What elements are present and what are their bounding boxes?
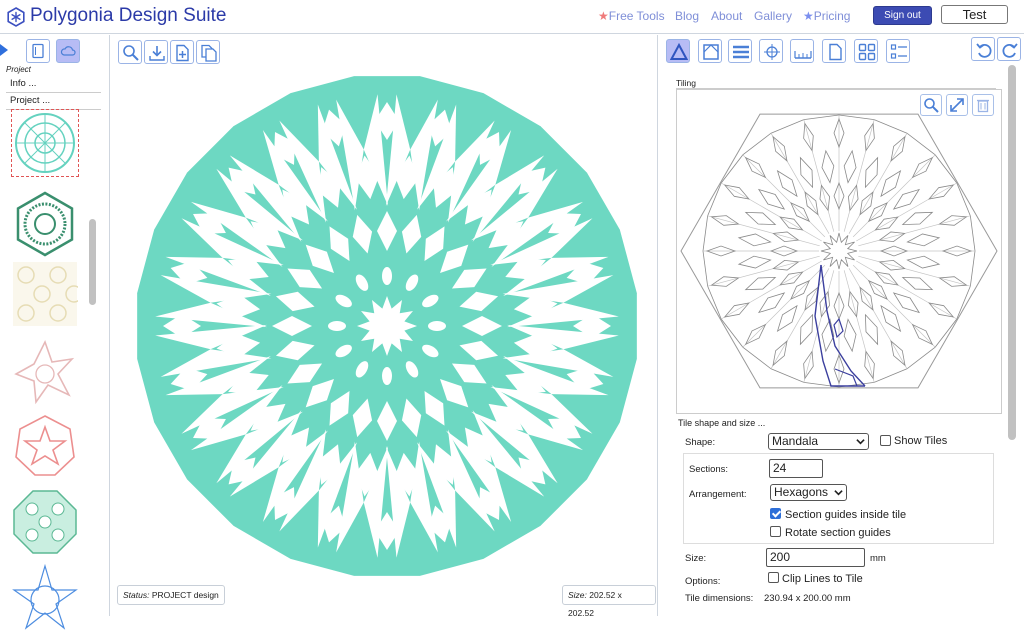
info-menu-item[interactable]: Info ... bbox=[6, 76, 101, 93]
left-panel-scrollbar[interactable] bbox=[89, 219, 96, 305]
list-icon bbox=[890, 44, 907, 59]
expand-arrow-icon[interactable] bbox=[0, 44, 8, 56]
user-account-button[interactable]: Test bbox=[941, 5, 1008, 24]
thumbnail-floral-tile-beige[interactable] bbox=[12, 261, 83, 327]
thumbnail-star-pink[interactable] bbox=[12, 413, 78, 479]
logo-icon[interactable] bbox=[6, 7, 26, 27]
design-size-indicator: Size: 202.52 x 202.52 bbox=[562, 585, 656, 618]
arrangement-select[interactable]: Hexagons bbox=[770, 484, 847, 501]
mandala-design-canvas[interactable] bbox=[132, 71, 642, 581]
clip-lines-label: Clip Lines to Tile bbox=[782, 573, 863, 585]
preview-delete-button[interactable] bbox=[972, 94, 994, 116]
grid-tab[interactable] bbox=[854, 39, 878, 63]
nav-free-tools[interactable]: ★Free Tools bbox=[598, 9, 665, 23]
grid-icon bbox=[858, 43, 876, 61]
redo-button[interactable] bbox=[997, 37, 1021, 61]
redo-icon bbox=[1002, 43, 1018, 58]
design-canvas-panel: Status: PROJECT design Size: 202.52 x 20… bbox=[111, 35, 656, 618]
thumbnail-hexagon-green[interactable] bbox=[12, 191, 78, 257]
add-document-icon bbox=[176, 44, 189, 62]
new-document-button[interactable] bbox=[170, 40, 194, 64]
tile-dimensions-value: 230.94 x 200.00 mm bbox=[764, 593, 851, 604]
arrangement-label: Arrangement: bbox=[689, 489, 747, 500]
undo-icon bbox=[976, 43, 992, 58]
undo-button[interactable] bbox=[971, 37, 995, 61]
local-files-button[interactable] bbox=[26, 39, 50, 63]
nav-gallery[interactable]: Gallery bbox=[754, 9, 792, 23]
rotate-guides-label: Rotate section guides bbox=[785, 527, 891, 539]
star-icon: ★ bbox=[803, 9, 814, 23]
list-tab[interactable] bbox=[886, 39, 910, 63]
project-menu: Project Info ... Project ... bbox=[6, 65, 101, 110]
show-tiles-label: Show Tiles bbox=[894, 435, 948, 447]
nav-blog[interactable]: Blog bbox=[675, 9, 699, 23]
size-input[interactable]: 200 bbox=[766, 548, 865, 567]
show-tiles-checkbox[interactable] bbox=[880, 435, 891, 446]
center-tab[interactable] bbox=[759, 39, 783, 63]
section-guides-checkbox[interactable] bbox=[770, 508, 781, 519]
star-icon: ★ bbox=[598, 9, 609, 23]
frame-icon bbox=[703, 44, 719, 60]
magnifier-icon bbox=[924, 98, 939, 113]
sign-out-button[interactable]: Sign out bbox=[873, 6, 932, 25]
page-tab[interactable] bbox=[822, 39, 846, 63]
lines-tab[interactable] bbox=[728, 39, 752, 63]
chevron-down-icon bbox=[856, 439, 865, 445]
document-icon bbox=[32, 43, 44, 59]
project-menu-item[interactable]: Project ... bbox=[6, 93, 101, 110]
copy-document-icon bbox=[201, 44, 217, 62]
shape-label: Shape: bbox=[685, 437, 716, 448]
preview-expand-button[interactable] bbox=[946, 94, 968, 116]
cloud-files-button[interactable] bbox=[56, 39, 80, 63]
tile-dimensions-label: Tile dimensions: bbox=[685, 593, 754, 604]
tiling-preview[interactable] bbox=[676, 89, 1002, 414]
thumbnail-mandala-teal[interactable] bbox=[11, 109, 79, 177]
thumbnail-star-pink-light[interactable] bbox=[12, 339, 78, 405]
expand-icon bbox=[950, 98, 964, 112]
page-icon bbox=[829, 43, 842, 61]
zoom-button[interactable] bbox=[118, 40, 142, 64]
tiling-section-label: Tiling bbox=[676, 78, 696, 88]
section-guides-label: Section guides inside tile bbox=[785, 509, 907, 521]
download-icon bbox=[149, 46, 165, 61]
nav-about[interactable]: About bbox=[711, 9, 742, 23]
right-settings-panel: Tiling Tile shape and size ... Shape: Ma… bbox=[657, 35, 1024, 616]
preview-zoom-button[interactable] bbox=[920, 94, 942, 116]
cloud-icon bbox=[60, 46, 76, 56]
shape-select[interactable]: Mandala bbox=[768, 433, 869, 450]
sections-input[interactable]: 24 bbox=[769, 459, 823, 478]
duplicate-document-button[interactable] bbox=[196, 40, 220, 64]
options-label: Options: bbox=[685, 576, 721, 587]
magnifier-icon bbox=[123, 45, 139, 61]
app-title[interactable]: Polygonia Design Suite bbox=[30, 5, 226, 27]
left-panel: Project Info ... Project ... bbox=[0, 35, 110, 630]
crosshair-icon bbox=[764, 44, 780, 60]
ruler-icon bbox=[794, 51, 812, 59]
sections-label: Sections: bbox=[689, 464, 729, 475]
rotate-guides-checkbox[interactable] bbox=[770, 526, 781, 537]
measure-tab[interactable] bbox=[790, 39, 814, 63]
lines-icon bbox=[733, 45, 749, 59]
size-unit: mm bbox=[870, 553, 886, 564]
download-button[interactable] bbox=[144, 40, 168, 64]
status-indicator: Status: PROJECT design bbox=[117, 585, 225, 605]
project-menu-title: Project bbox=[6, 65, 31, 74]
chevron-down-icon bbox=[834, 490, 843, 496]
right-panel-scrollbar[interactable] bbox=[1008, 65, 1016, 440]
frame-tab[interactable] bbox=[698, 39, 722, 63]
top-header: Polygonia Design Suite ★Free Tools Blog … bbox=[0, 0, 1024, 34]
clip-lines-checkbox[interactable] bbox=[768, 572, 779, 583]
thumbnail-star-blue[interactable] bbox=[12, 563, 78, 630]
size-label: Size: bbox=[685, 553, 707, 564]
nav-pricing[interactable]: ★Pricing bbox=[803, 9, 850, 23]
tile-preview-graphic bbox=[680, 113, 998, 389]
triangle-icon bbox=[670, 43, 688, 60]
tiling-tab[interactable] bbox=[666, 39, 690, 63]
trash-icon bbox=[977, 99, 989, 113]
thumbnail-octagon-circles-green[interactable] bbox=[12, 489, 78, 555]
tile-shape-size-label: Tile shape and size ... bbox=[678, 418, 766, 428]
